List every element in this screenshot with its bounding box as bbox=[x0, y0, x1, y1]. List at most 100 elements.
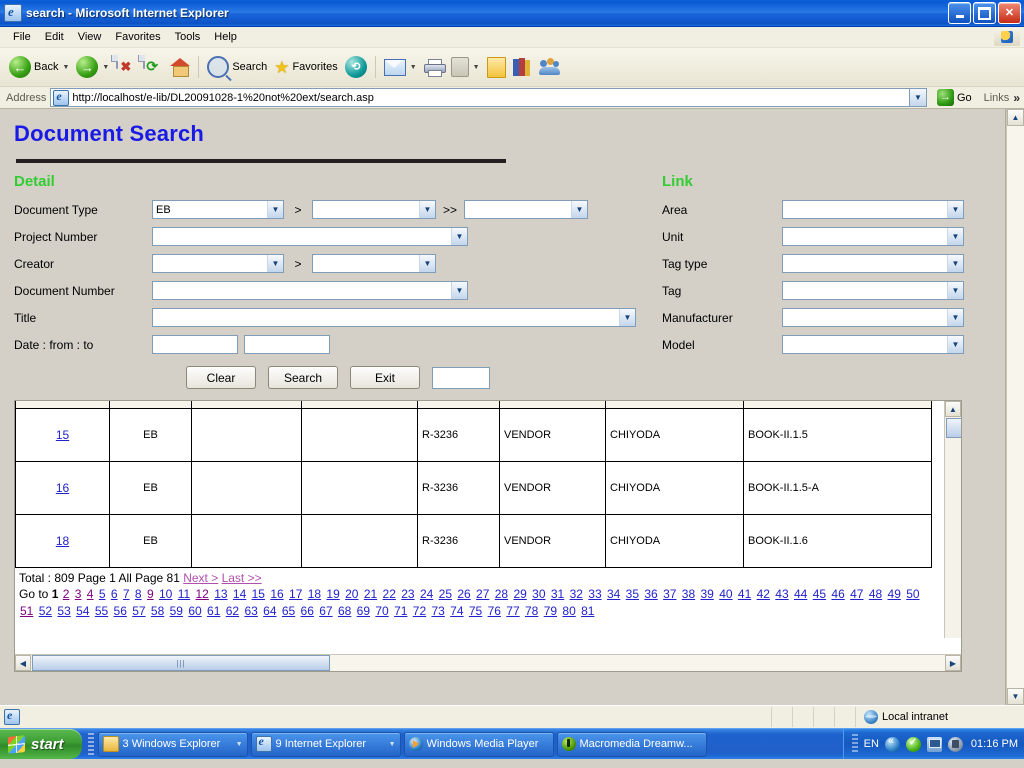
mail-button[interactable]: ▼ bbox=[381, 52, 420, 82]
page-link-11[interactable]: 11 bbox=[178, 587, 190, 601]
page-link-15[interactable]: 15 bbox=[252, 587, 265, 601]
tray-hardware-icon[interactable] bbox=[948, 737, 963, 752]
page-link-32[interactable]: 32 bbox=[570, 587, 583, 601]
page-link-22[interactable]: 22 bbox=[383, 587, 396, 601]
document-link[interactable]: 15 bbox=[56, 428, 69, 442]
page-link-17[interactable]: 17 bbox=[289, 587, 302, 601]
forward-button[interactable]: → ▼ bbox=[73, 52, 112, 82]
menu-item-favorites[interactable]: Favorites bbox=[108, 29, 167, 45]
page-link-28[interactable]: 28 bbox=[495, 587, 508, 601]
results-horizontal-scrollbar[interactable]: ◀ ||| ▶ bbox=[15, 654, 961, 671]
page-link-26[interactable]: 26 bbox=[457, 587, 470, 601]
model-select[interactable]: ▼ bbox=[782, 335, 964, 354]
page-link-65[interactable]: 65 bbox=[282, 604, 295, 618]
page-link-54[interactable]: 54 bbox=[76, 604, 89, 618]
back-button[interactable]: ← Back ▼ bbox=[6, 52, 72, 82]
page-link-48[interactable]: 48 bbox=[869, 587, 882, 601]
address-input[interactable]: http://localhost/e-lib/DL20091028-1%20no… bbox=[50, 88, 910, 107]
page-link-64[interactable]: 64 bbox=[263, 604, 276, 618]
page-link-78[interactable]: 78 bbox=[525, 604, 538, 618]
refresh-button[interactable]: ⟳ bbox=[140, 52, 166, 82]
page-scroll-up-arrow[interactable]: ▲ bbox=[1007, 109, 1024, 126]
page-link-67[interactable]: 67 bbox=[319, 604, 332, 618]
date-from-input[interactable] bbox=[152, 335, 238, 354]
page-link-5[interactable]: 5 bbox=[99, 587, 106, 601]
chevron-down-icon[interactable]: ▼ bbox=[389, 741, 396, 748]
search-button[interactable]: Search bbox=[268, 366, 338, 389]
next-page-link[interactable]: Next > bbox=[183, 571, 218, 585]
menu-item-view[interactable]: View bbox=[71, 29, 109, 45]
unit-select[interactable]: ▼ bbox=[782, 227, 964, 246]
vertical-scroll-thumb[interactable] bbox=[946, 418, 961, 438]
page-link-50[interactable]: 50 bbox=[906, 587, 919, 601]
chevron-right-icon[interactable]: » bbox=[1013, 91, 1020, 105]
page-scroll-track[interactable] bbox=[1007, 126, 1024, 688]
last-page-link[interactable]: Last >> bbox=[222, 571, 262, 585]
page-link-52[interactable]: 52 bbox=[39, 604, 52, 618]
page-vertical-scrollbar[interactable]: ▲ ▼ bbox=[1006, 109, 1024, 705]
go-button[interactable]: → Go bbox=[933, 89, 976, 106]
page-jump-input[interactable] bbox=[432, 367, 490, 389]
page-link-55[interactable]: 55 bbox=[95, 604, 108, 618]
document-type-select-1[interactable]: EB ▼ bbox=[152, 200, 284, 219]
page-link-10[interactable]: 10 bbox=[159, 587, 172, 601]
document-link[interactable]: 18 bbox=[56, 534, 69, 548]
page-link-73[interactable]: 73 bbox=[431, 604, 444, 618]
tray-clock[interactable]: 01:16 PM bbox=[971, 738, 1018, 750]
menu-item-tools[interactable]: Tools bbox=[168, 29, 208, 45]
address-dropdown-button[interactable]: ▼ bbox=[910, 88, 927, 107]
page-link-60[interactable]: 60 bbox=[188, 604, 201, 618]
page-link-57[interactable]: 57 bbox=[132, 604, 145, 618]
history-button[interactable]: ⟲ bbox=[342, 52, 370, 82]
edit-button[interactable]: ▼ bbox=[448, 52, 483, 82]
page-link-23[interactable]: 23 bbox=[401, 587, 414, 601]
horizontal-scroll-thumb[interactable]: ||| bbox=[32, 655, 330, 671]
project-number-select[interactable]: ▼ bbox=[152, 227, 468, 246]
document-type-select-2[interactable]: ▼ bbox=[312, 200, 436, 219]
page-link-81[interactable]: 81 bbox=[581, 604, 594, 618]
document-number-select[interactable]: ▼ bbox=[152, 281, 468, 300]
taskbar-button-dreamweaver[interactable]: Macromedia Dreamw... bbox=[557, 732, 707, 757]
title-select[interactable]: ▼ bbox=[152, 308, 636, 327]
menu-item-edit[interactable]: Edit bbox=[38, 29, 71, 45]
home-button[interactable] bbox=[167, 52, 193, 82]
date-to-input[interactable] bbox=[244, 335, 330, 354]
creator-select-2[interactable]: ▼ bbox=[312, 254, 436, 273]
page-link-29[interactable]: 29 bbox=[513, 587, 526, 601]
document-link[interactable]: 16 bbox=[56, 481, 69, 495]
page-link-36[interactable]: 36 bbox=[644, 587, 657, 601]
page-link-12[interactable]: 12 bbox=[196, 587, 209, 601]
page-link-66[interactable]: 66 bbox=[301, 604, 314, 618]
page-link-4[interactable]: 4 bbox=[87, 587, 94, 601]
page-link-18[interactable]: 18 bbox=[308, 587, 321, 601]
taskbar-grip[interactable] bbox=[88, 733, 94, 755]
page-link-58[interactable]: 58 bbox=[151, 604, 164, 618]
page-link-7[interactable]: 7 bbox=[123, 587, 130, 601]
minimize-button[interactable] bbox=[948, 2, 971, 24]
page-link-19[interactable]: 19 bbox=[326, 587, 339, 601]
page-link-34[interactable]: 34 bbox=[607, 587, 620, 601]
page-link-70[interactable]: 70 bbox=[375, 604, 388, 618]
page-link-30[interactable]: 30 bbox=[532, 587, 545, 601]
page-link-59[interactable]: 59 bbox=[170, 604, 183, 618]
stop-button[interactable]: ✖ bbox=[113, 52, 139, 82]
page-link-38[interactable]: 38 bbox=[682, 587, 695, 601]
menu-item-file[interactable]: File bbox=[6, 29, 38, 45]
taskbar-button-windows-media-player[interactable]: Windows Media Player bbox=[404, 732, 554, 757]
tag-type-select[interactable]: ▼ bbox=[782, 254, 964, 273]
exit-button[interactable]: Exit bbox=[350, 366, 420, 389]
page-link-61[interactable]: 61 bbox=[207, 604, 220, 618]
page-link-25[interactable]: 25 bbox=[439, 587, 452, 601]
page-link-62[interactable]: 62 bbox=[226, 604, 239, 618]
page-link-49[interactable]: 49 bbox=[888, 587, 901, 601]
manufacturer-select[interactable]: ▼ bbox=[782, 308, 964, 327]
discuss-button[interactable] bbox=[484, 52, 509, 82]
page-link-14[interactable]: 14 bbox=[233, 587, 246, 601]
page-link-43[interactable]: 43 bbox=[775, 587, 788, 601]
chevron-down-icon[interactable]: ▼ bbox=[62, 64, 69, 71]
page-link-3[interactable]: 3 bbox=[75, 587, 82, 601]
page-link-53[interactable]: 53 bbox=[57, 604, 70, 618]
page-link-2[interactable]: 2 bbox=[63, 587, 70, 601]
research-button[interactable] bbox=[510, 52, 535, 82]
page-link-27[interactable]: 27 bbox=[476, 587, 489, 601]
